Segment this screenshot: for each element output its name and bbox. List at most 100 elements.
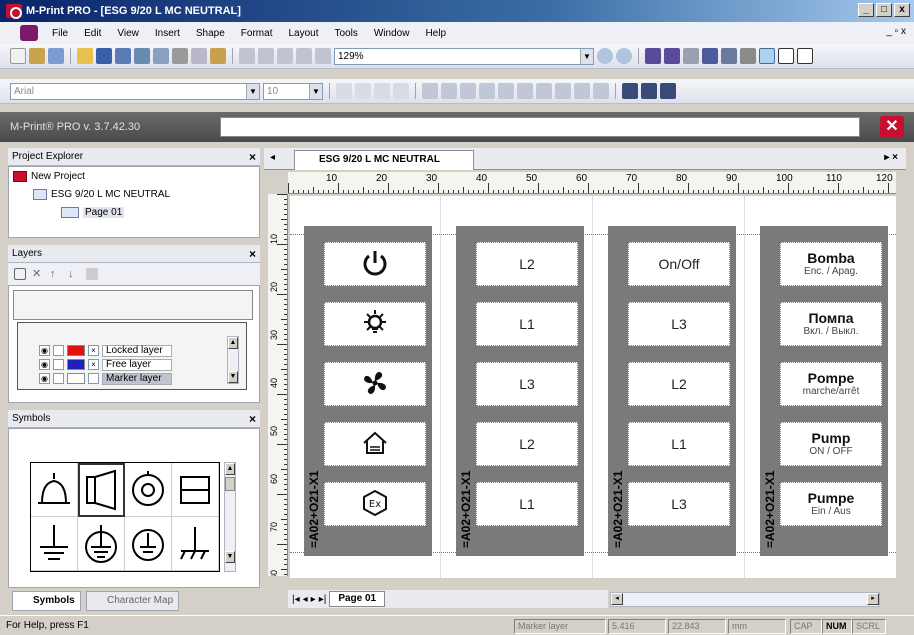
marker-cell[interactable]: L3	[628, 302, 730, 346]
symbol-horn[interactable]	[78, 463, 125, 517]
align-right-icon[interactable]	[460, 83, 476, 99]
page-tab[interactable]: Page 01	[329, 591, 386, 607]
print-icon[interactable]	[134, 48, 150, 64]
symbol-earth-circle[interactable]	[78, 517, 125, 571]
underline-icon[interactable]	[374, 83, 390, 99]
layer-label[interactable]: Marker layer	[102, 372, 172, 385]
document-close-icon[interactable]: ▸ ×	[884, 152, 898, 163]
marker-strip[interactable]: =A02+O21-X1 Bomba Enc. / Apag. Помпа Вкл. / …	[760, 226, 888, 556]
scroll-up-icon[interactable]: ▲	[228, 337, 238, 349]
menu-layout[interactable]: Layout	[280, 28, 326, 39]
marker-cell[interactable]: Bomba Enc. / Apag.	[780, 242, 882, 286]
visible-checkbox[interactable]: ◉	[39, 373, 50, 384]
layer-row-locked[interactable]: ◉ × Locked layer	[39, 344, 219, 357]
close-icon[interactable]: ×	[249, 245, 256, 263]
marker-cell[interactable]	[324, 362, 426, 406]
scroll-down-icon[interactable]: ▼	[225, 551, 235, 563]
menu-shape[interactable]: Shape	[188, 28, 233, 39]
tab-scroll-left-icon[interactable]: ◂	[270, 152, 275, 163]
close-icon[interactable]: ×	[249, 148, 256, 166]
tree-item-page[interactable]: Page 01	[61, 207, 125, 218]
scroll-thumb[interactable]	[225, 477, 235, 491]
layout-icon[interactable]	[721, 48, 737, 64]
close-icon[interactable]: ×	[249, 410, 256, 428]
print-checkbox[interactable]	[53, 345, 64, 356]
visible-checkbox[interactable]: ◉	[39, 359, 50, 370]
new-layer-icon[interactable]	[14, 268, 26, 280]
align-left-icon[interactable]	[422, 83, 438, 99]
scroll-down-icon[interactable]: ▼	[228, 371, 238, 383]
copy-icon[interactable]	[191, 48, 207, 64]
marker-cell[interactable]: L2	[476, 422, 578, 466]
save-icon[interactable]	[96, 48, 112, 64]
marker-cell[interactable]: Pump ON / OFF	[780, 422, 882, 466]
print-checkbox[interactable]	[53, 359, 64, 370]
snap-grid-icon[interactable]	[664, 48, 680, 64]
align-bottom-icon[interactable]	[517, 83, 533, 99]
frame-icon[interactable]	[797, 48, 813, 64]
columns-icon[interactable]	[683, 48, 699, 64]
select-icon[interactable]	[759, 48, 775, 64]
layer-row-marker[interactable]: ◉ Marker layer	[39, 372, 219, 385]
redo-icon[interactable]	[315, 48, 331, 64]
marker-cell[interactable]: Ex	[324, 482, 426, 526]
menu-file[interactable]: File	[44, 28, 76, 39]
layer-color-swatch[interactable]	[67, 345, 85, 356]
first-page-icon[interactable]: |◂	[292, 594, 300, 605]
layer-label[interactable]: Locked layer	[102, 344, 172, 357]
font-size-combo[interactable]: 10 ▼	[263, 82, 323, 100]
mdi-controls[interactable]: _ ▫ x	[886, 26, 906, 37]
rotate-icon[interactable]	[536, 83, 552, 99]
align-middle-icon[interactable]	[498, 83, 514, 99]
marker-cell[interactable]	[324, 242, 426, 286]
menu-help[interactable]: Help	[417, 28, 454, 39]
close-button[interactable]: x	[894, 3, 910, 17]
layers-scrollbar[interactable]: ▲ ▼	[227, 336, 239, 384]
open-icon[interactable]	[77, 48, 93, 64]
text-box-icon[interactable]	[555, 83, 571, 99]
marker-strip[interactable]: =A02+O21-X1 L2 L1 L3 L2 L1	[456, 226, 584, 556]
symbol-bell[interactable]	[31, 463, 78, 517]
marker-cell[interactable]: On/Off	[628, 242, 730, 286]
delete-icon[interactable]	[258, 48, 274, 64]
grid-icon[interactable]	[645, 48, 661, 64]
symbol-ground-circle[interactable]	[125, 517, 172, 571]
menu-view[interactable]: View	[109, 28, 147, 39]
menu-edit[interactable]: Edit	[76, 28, 109, 39]
marker-cell[interactable]: L2	[628, 362, 730, 406]
marker-cell[interactable]: L3	[628, 482, 730, 526]
line-style-icon[interactable]	[660, 83, 676, 99]
fit-text-icon[interactable]	[593, 83, 609, 99]
marker-cell[interactable]	[324, 302, 426, 346]
chevron-down-icon[interactable]: ▼	[580, 48, 593, 64]
next-page-icon[interactable]: ▸	[311, 594, 316, 605]
font-color-icon[interactable]	[622, 83, 638, 99]
menu-format[interactable]: Format	[233, 28, 281, 39]
strikethrough-icon[interactable]	[393, 83, 409, 99]
document-menu-icon[interactable]	[20, 25, 38, 41]
lock-checkbox[interactable]	[88, 373, 99, 384]
marker-cell[interactable]: L1	[628, 422, 730, 466]
marker-strip[interactable]: =A02+O21-X1 On/Off L3 L2 L1 L3	[608, 226, 736, 556]
chevron-down-icon[interactable]: ▼	[309, 83, 322, 99]
format-painter-icon[interactable]	[239, 48, 255, 64]
minimize-button[interactable]: _	[858, 3, 874, 17]
lock-checkbox[interactable]: ×	[88, 345, 99, 356]
line-color-icon[interactable]	[641, 83, 657, 99]
save-all-icon[interactable]	[115, 48, 131, 64]
marker-cell[interactable]	[324, 422, 426, 466]
tab-character-map[interactable]: Character Map	[86, 591, 180, 611]
layer-row-free[interactable]: ◉ × Free layer	[39, 358, 219, 371]
symbols-scrollbar[interactable]: ▲ ▼	[224, 462, 236, 572]
last-page-icon[interactable]: ▸|	[319, 594, 327, 605]
menu-tools[interactable]: Tools	[327, 28, 366, 39]
symbol-box[interactable]	[172, 463, 219, 517]
lock-checkbox[interactable]: ×	[88, 359, 99, 370]
command-input[interactable]	[220, 117, 860, 137]
delete-layer-icon[interactable]: ✕	[32, 268, 44, 280]
document-canvas[interactable]: =A02+O21-X1 Ex =A02+O21-X1 L2 L1 L3 L2 L1 =A02+O…	[290, 196, 896, 578]
scroll-right-icon[interactable]: ▸	[867, 593, 879, 605]
marker-strip[interactable]: =A02+O21-X1 Ex	[304, 226, 432, 556]
marker-cell[interactable]: Помпа Вкл. / Выкл.	[780, 302, 882, 346]
new-icon[interactable]	[10, 48, 26, 64]
